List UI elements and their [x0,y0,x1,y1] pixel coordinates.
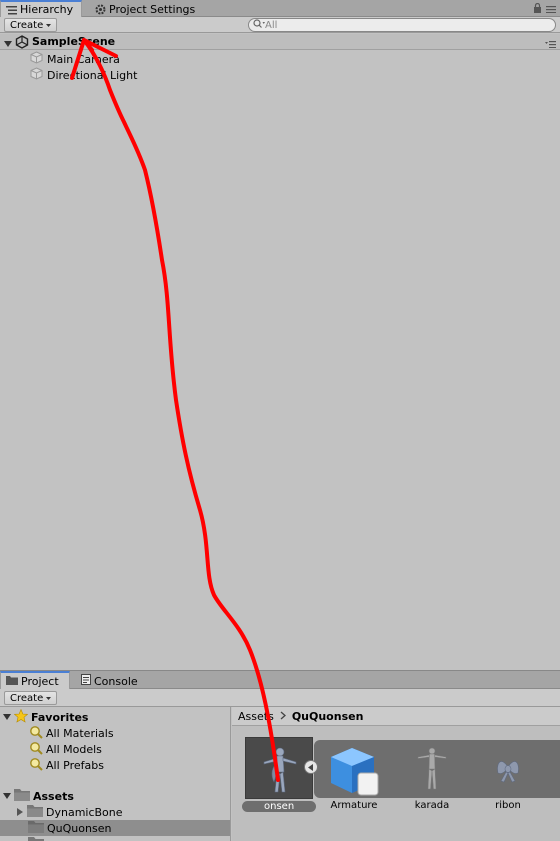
breadcrumb: Assets QuQuonsen [232,707,560,726]
panel-menu-icon[interactable] [546,3,556,16]
scene-row[interactable]: SampleScene [0,34,560,50]
asset-item-label: onsen [242,801,317,812]
favorite-item-label: All Materials [46,726,114,740]
favorite-item[interactable]: All Models [29,741,102,757]
cube-icon [328,745,380,797]
tab-project-settings[interactable]: Project Settings [90,1,201,17]
asset-item-label: karada [414,800,450,811]
scene-name: SampleScene [32,35,116,48]
star-icon [13,708,29,726]
assets-header[interactable]: Assets [3,788,74,804]
expand-arrow-icon[interactable] [3,711,11,724]
project-toolbar: Create [0,689,560,707]
console-icon [81,674,91,688]
model-prefab-icon [245,737,314,799]
folder-label: DynamicBone [46,805,123,819]
folder-label: QuQuonsen [47,821,112,835]
asset-item-label: ribon [495,800,521,811]
gameobject-cube-icon [30,67,43,83]
tab-project-label: Project [21,675,59,688]
tab-project-settings-label: Project Settings [109,2,196,16]
tab-hierarchy[interactable]: Hierarchy [0,0,82,17]
hierarchy-search-input[interactable]: All [248,18,556,32]
folder-icon [14,788,30,804]
collapse-arrow-icon[interactable] [17,806,24,819]
hierarchy-tree: Main Camera Directional Light [0,50,560,669]
hierarchy-item-directional-light[interactable]: Directional Light [30,67,137,83]
favorite-item[interactable]: All Materials [29,725,114,741]
breadcrumb-separator-icon [280,710,286,723]
lock-icon[interactable] [533,2,542,16]
project-tabbar: Project Console [0,670,560,690]
folder-item-partial[interactable] [28,836,44,841]
tab-console-label: Console [94,674,138,688]
hierarchy-item-main-camera[interactable]: Main Camera [30,51,120,67]
breadcrumb-item-ququonsen[interactable]: QuQuonsen [292,710,364,723]
favorite-item-label: All Models [46,742,102,756]
favorites-label: Favorites [31,710,89,724]
collapse-prefab-icon[interactable] [304,760,318,774]
folder-icon [6,675,18,688]
asset-browser: Assets QuQuonsen onsen Armature karada r… [232,707,560,841]
panel-window-controls [533,2,556,16]
folder-item-ququonsen[interactable]: QuQuonsen [0,820,230,836]
project-folder-tree: Favorites All Materials All Models All P… [0,707,231,841]
favorite-item[interactable]: All Prefabs [29,757,104,773]
mesh-ribbon-icon [490,745,526,797]
search-placeholder: All [265,19,278,31]
tab-project[interactable]: Project [0,671,70,690]
breadcrumb-item-assets[interactable]: Assets [238,710,274,723]
asset-item-armature[interactable]: Armature [328,745,380,811]
tab-hierarchy-label: Hierarchy [20,3,74,16]
hierarchy-tabbar: Hierarchy Project Settings [0,0,560,17]
folder-icon [28,820,44,836]
hierarchy-create-label: Create [10,19,44,31]
asset-item-onsen[interactable]: onsen [242,737,317,812]
search-filter-icon [29,741,43,758]
project-create-button[interactable]: Create [4,691,58,705]
assets-label: Assets [33,789,74,803]
tab-console[interactable]: Console [76,673,144,689]
search-filter-icon [29,757,43,774]
favorites-header[interactable]: Favorites [3,708,89,726]
hierarchy-toolbar: Create All [0,17,560,33]
hierarchy-item-label: Directional Light [47,68,138,82]
search-filter-icon [29,725,43,742]
asset-item-ribon[interactable]: ribon [490,745,526,811]
expand-arrow-icon[interactable] [3,790,11,803]
hierarchy-item-label: Main Camera [47,52,120,66]
project-create-label: Create [10,692,44,704]
mesh-figure-icon [412,745,452,797]
asset-item-karada[interactable]: karada [412,745,452,811]
folder-icon [28,836,44,841]
folder-icon [27,804,43,820]
list-icon [6,5,17,15]
dropdown-caret-icon [46,20,52,31]
favorite-item-label: All Prefabs [46,758,104,772]
gameobject-cube-icon [30,51,43,67]
folder-item-dynamicbone[interactable]: DynamicBone [17,804,123,820]
dropdown-caret-icon [46,693,52,704]
hierarchy-create-button[interactable]: Create [4,18,58,32]
search-icon [253,19,265,31]
asset-item-label: Armature [330,800,378,811]
gear-icon [95,4,106,15]
